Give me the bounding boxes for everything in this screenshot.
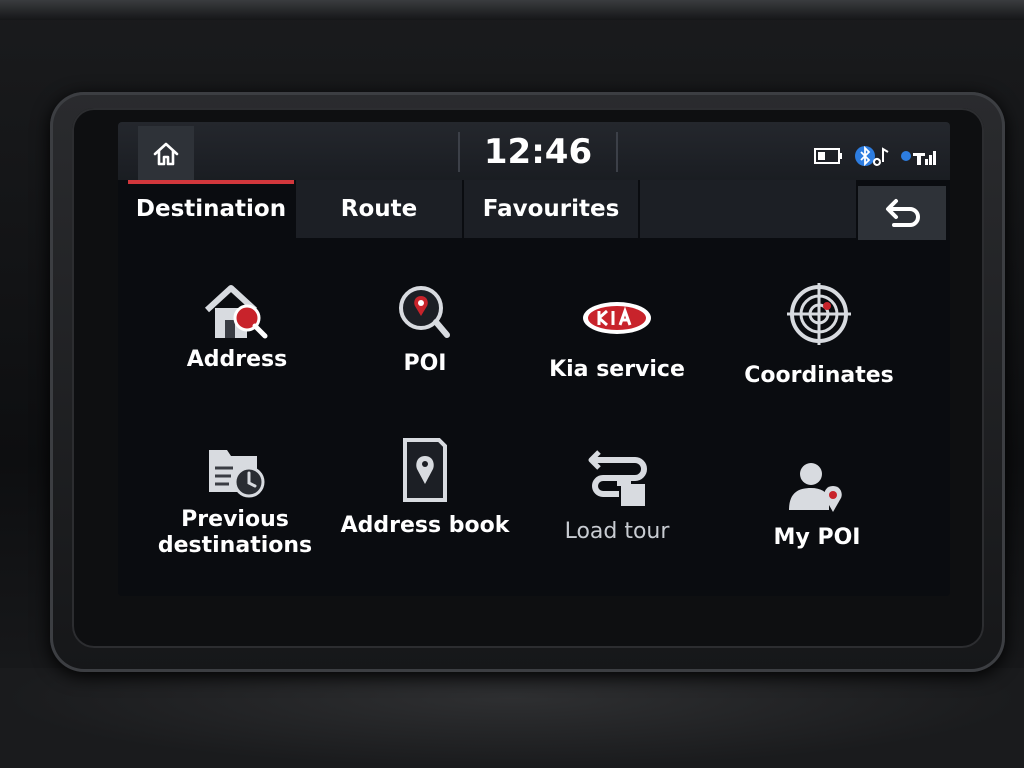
menu-poi-label: POI (403, 351, 447, 376)
tab-bar-empty (640, 180, 856, 238)
status-icons (814, 144, 936, 168)
menu-my-poi-label: My POI (773, 525, 861, 550)
tab-route[interactable]: Route (296, 180, 462, 238)
tab-favourites[interactable]: Favourites (464, 180, 638, 238)
back-arrow-icon (886, 199, 920, 227)
menu-load-tour-label: Load tour (564, 519, 670, 544)
dashboard-top-trim (0, 0, 1024, 20)
house-search-icon (204, 285, 268, 339)
home-icon (153, 142, 179, 166)
menu-previous-destinations[interactable]: Previous destinations (140, 434, 330, 574)
menu-my-poi[interactable]: My POI (722, 448, 912, 588)
user-poi-icon (789, 463, 842, 512)
battery-icon (814, 148, 842, 164)
menu-address-book[interactable]: Address book (330, 434, 520, 574)
menu-address-book-label: Address book (340, 513, 510, 538)
clock: 12:46 (458, 132, 618, 172)
kia-logo-icon (583, 302, 651, 334)
menu-coordinates-label: Coordinates (744, 363, 894, 388)
address-book-icon (403, 438, 447, 502)
poi-search-icon (399, 286, 450, 338)
menu-kia-service-label: Kia service (549, 357, 685, 382)
menu-load-tour[interactable]: Load tour (522, 440, 712, 580)
signal-icon (901, 151, 936, 165)
tab-bar: Destination Route Favourites (118, 180, 950, 238)
home-button[interactable] (138, 126, 194, 182)
folder-clock-icon (209, 450, 265, 498)
status-bar: 12:46 (118, 122, 950, 182)
infotainment-screen: 12:46 Destination Route Favourites Addre… (118, 122, 950, 596)
back-button[interactable] (858, 186, 946, 240)
dashboard-lower-panel (0, 668, 1024, 768)
tab-destination[interactable]: Destination (128, 180, 294, 238)
menu-address[interactable]: Address (142, 272, 332, 412)
menu-previous-destinations-label-2: destinations (157, 533, 313, 558)
menu-previous-destinations-label-1: Previous (181, 507, 289, 532)
menu-poi[interactable]: POI (330, 272, 520, 412)
load-tour-icon (588, 450, 647, 506)
bluetooth-audio-icon (855, 145, 889, 167)
crosshair-globe-icon (787, 283, 851, 345)
menu-kia-service[interactable]: Kia service (522, 272, 712, 412)
menu-address-label: Address (186, 347, 288, 372)
menu-coordinates[interactable]: Coordinates (724, 272, 914, 412)
